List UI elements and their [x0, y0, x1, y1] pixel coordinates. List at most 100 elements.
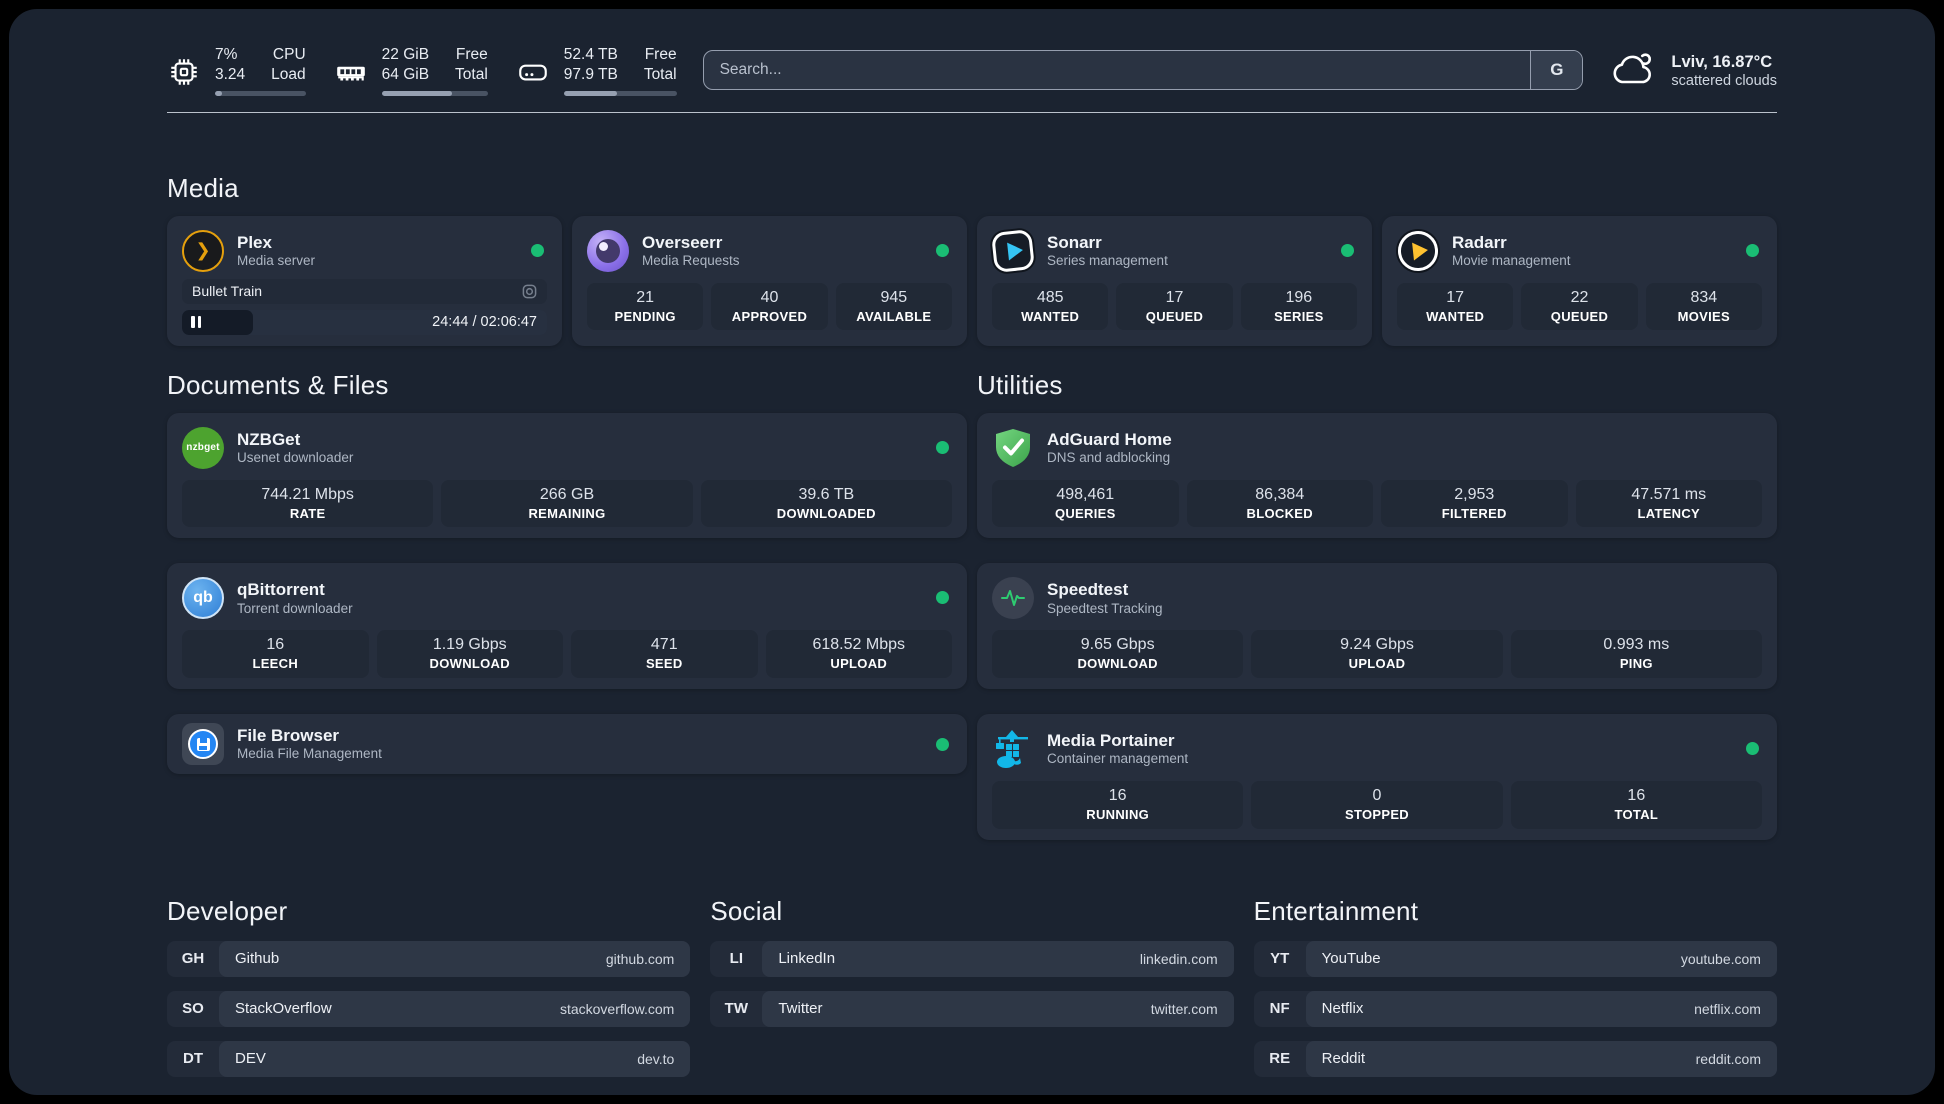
- app-name: Overseerr: [642, 232, 723, 252]
- link-twitter[interactable]: TW Twitter twitter.com: [710, 990, 1234, 1027]
- adguard-icon: [996, 428, 1030, 467]
- link-url: twitter.com: [1150, 1000, 1218, 1017]
- now-playing-row: Bullet Train: [182, 278, 547, 304]
- stat-tile-rate: 744.21 Mbps RATE: [182, 479, 434, 528]
- card-filebrowser[interactable]: File Browser Media File Management: [167, 714, 967, 775]
- stat-tile-queries: 498,461 QUERIES: [992, 479, 1179, 528]
- app-description: Media server: [237, 252, 316, 268]
- memory-total-value: 64 GiB: [381, 66, 430, 84]
- link-url: reddit.com: [1695, 1050, 1761, 1067]
- app-name: Speedtest: [1047, 580, 1129, 600]
- link-dev[interactable]: DT DEV dev.to: [167, 1040, 691, 1077]
- memory-icon: [336, 67, 365, 81]
- card-plex[interactable]: ❯ Plex Media server Bullet Train 24:44 /…: [167, 215, 562, 346]
- app-description: Container management: [1047, 751, 1189, 767]
- app-description: Torrent downloader: [237, 600, 353, 616]
- link-youtube[interactable]: YT YouTube youtube.com: [1253, 940, 1777, 977]
- app-description: Speedtest Tracking: [1047, 600, 1163, 616]
- card-adguard[interactable]: AdGuard Home DNS and adblocking 498,461 Q…: [977, 412, 1777, 539]
- storage-total-value: 97.9 TB: [563, 66, 618, 84]
- search-bar: G: [702, 50, 1584, 91]
- card-overseerr[interactable]: Overseerr Media Requests 21 PENDING 40 APP…: [572, 215, 967, 346]
- link-name: Reddit: [1321, 1050, 1366, 1068]
- link-prefix: NF: [1269, 1000, 1290, 1018]
- link-name: Github: [235, 950, 280, 968]
- storage-stat: 52.4 TB Free 97.9 TB Total: [516, 45, 677, 96]
- radarr-icon: [1396, 228, 1440, 273]
- section-title-media: Media: [167, 172, 239, 203]
- card-qbittorrent[interactable]: qb qBittorrent Torrent downloader 16 LEEC…: [167, 563, 967, 690]
- utilities-column: Utilities AdGuard Home DNS and adblockin…: [977, 370, 1777, 840]
- link-url: youtube.com: [1680, 950, 1761, 967]
- link-name: StackOverflow: [235, 1000, 332, 1018]
- section-title-documents: Documents & Files: [167, 369, 389, 400]
- link-url: github.com: [605, 950, 675, 967]
- app-description: Movie management: [1452, 252, 1571, 268]
- links-developer: Developer GH Github github.com SO StackOv…: [167, 895, 691, 1077]
- link-prefix: GH: [181, 950, 205, 968]
- storage-icon: [518, 64, 547, 81]
- stat-tile-movies: 834 MOVIES: [1645, 282, 1762, 331]
- pause-button[interactable]: [191, 316, 201, 329]
- stat-tile-upload: 9.24 Gbps UPLOAD: [1251, 630, 1503, 679]
- link-github[interactable]: GH Github github.com: [167, 940, 691, 977]
- link-prefix: LI: [729, 950, 743, 968]
- app-name: AdGuard Home: [1047, 429, 1172, 449]
- cpu-load-label: Load: [271, 66, 306, 84]
- search-engine-button[interactable]: G: [1530, 51, 1583, 90]
- link-prefix: TW: [724, 1000, 748, 1018]
- cpu-usage-value: 7%: [215, 46, 238, 63]
- search-input[interactable]: [703, 51, 1531, 90]
- section-title-developer: Developer: [167, 895, 288, 926]
- media-grid: ❯ Plex Media server Bullet Train 24:44 /…: [167, 215, 1777, 346]
- memory-free-value: 22 GiB: [381, 46, 430, 63]
- stat-tile-available: 945 AVAILABLE: [835, 282, 952, 331]
- card-speedtest[interactable]: Speedtest Speedtest Tracking 9.65 Gbps DO…: [977, 563, 1777, 690]
- stat-tile-download: 1.19 Gbps DOWNLOAD: [376, 630, 563, 679]
- app-name: File Browser: [237, 726, 340, 746]
- stat-tile-latency: 47.571 ms LATENCY: [1575, 479, 1762, 528]
- stat-tile-wanted: 17 WANTED: [1397, 282, 1514, 331]
- filebrowser-icon: [182, 723, 224, 766]
- links-social: Social LI LinkedIn linkedin.com TW Twitte…: [710, 895, 1234, 1077]
- sonarr-icon: [991, 228, 1035, 273]
- stat-tile-wanted: 485 WANTED: [992, 282, 1109, 331]
- card-radarr[interactable]: Radarr Movie management 17 WANTED 22 QUEUE…: [1382, 215, 1777, 346]
- stat-tile-seed: 471 SEED: [571, 630, 758, 679]
- speedtest-icon: [992, 577, 1034, 620]
- cpu-usage-label: CPU: [272, 46, 306, 63]
- storage-progress-bar: [563, 90, 677, 96]
- session-settings-icon: [522, 284, 537, 299]
- link-name: Netflix: [1321, 1000, 1364, 1018]
- qbittorrent-icon: qb: [182, 577, 224, 620]
- link-url: dev.to: [637, 1050, 675, 1067]
- section-title-social: Social: [710, 895, 783, 926]
- link-stackoverflow[interactable]: SO StackOverflow stackoverflow.com: [167, 990, 691, 1027]
- card-nzbget[interactable]: nzbget NZBGet Usenet downloader 744.21 M…: [167, 412, 967, 539]
- storage-free-label: Free: [644, 46, 677, 63]
- link-name: LinkedIn: [778, 950, 836, 968]
- memory-stat: 22 GiB Free 64 GiB Total: [334, 45, 488, 96]
- stat-tile-leech: 16 LEECH: [182, 630, 369, 679]
- links-entertainment: Entertainment YT YouTube youtube.com NF N…: [1253, 896, 1777, 1077]
- card-portainer[interactable]: Media Portainer Container management 16 R…: [977, 714, 1777, 840]
- link-name: DEV: [235, 1050, 266, 1068]
- cpu-stat: 7% CPU 3.24 Load: [167, 45, 306, 96]
- link-reddit[interactable]: RE Reddit reddit.com: [1253, 1040, 1777, 1077]
- playback-progress-bar: 24:44 / 02:06:47: [182, 309, 547, 335]
- app-name: qBittorrent: [237, 580, 325, 600]
- storage-total-label: Total: [643, 66, 677, 84]
- weather-condition: scattered clouds: [1671, 73, 1777, 90]
- portainer-icon: [996, 730, 1028, 769]
- now-playing-title: Bullet Train: [192, 283, 263, 300]
- card-sonarr[interactable]: Sonarr Series management 485 WANTED 17 QUE…: [977, 215, 1372, 346]
- link-linkedin[interactable]: LI LinkedIn linkedin.com: [710, 940, 1234, 977]
- link-netflix[interactable]: NF Netflix netflix.com: [1253, 990, 1777, 1027]
- overseerr-icon: [587, 229, 629, 272]
- stat-tile-queued: 17 QUEUED: [1116, 282, 1233, 331]
- memory-progress-bar: [381, 90, 488, 96]
- header-divider: [167, 111, 1777, 113]
- app-description: Usenet downloader: [237, 449, 354, 465]
- app-description: Media Requests: [642, 252, 740, 268]
- documents-column: Documents & Files nzbget NZBGet Usenet d…: [167, 370, 967, 840]
